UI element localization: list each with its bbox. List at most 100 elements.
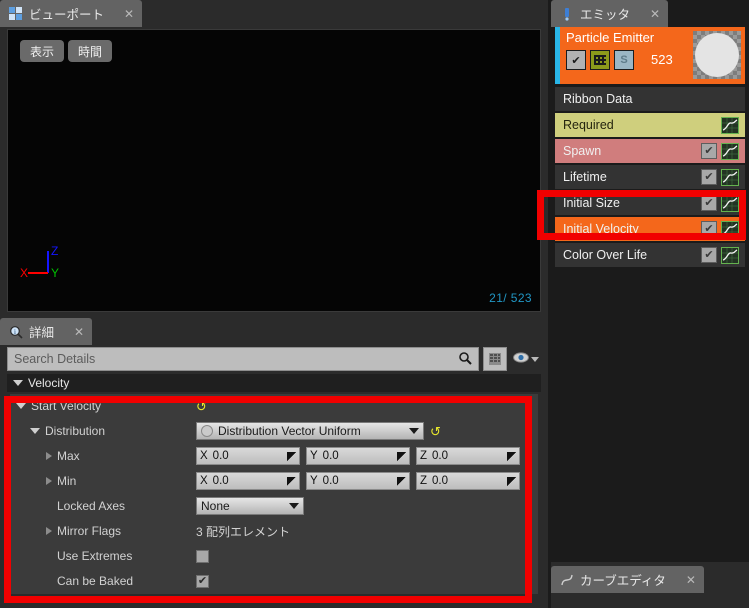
checkbox-checked-icon[interactable] (701, 221, 717, 237)
curve-tabstrip: カーブエディタ ✕ (551, 566, 749, 593)
module-label: Initial Size (563, 196, 620, 210)
emitter-header-buttons: ✔ S (566, 50, 634, 70)
dropdown-distribution[interactable]: Distribution Vector Uniform (196, 422, 424, 440)
chevron-right-icon[interactable] (46, 477, 52, 485)
tab-viewport[interactable]: ビューポート ✕ (0, 0, 143, 27)
property-table: Start Velocity ↺ Distribution Distribution … (10, 393, 538, 594)
graph-curve-icon[interactable] (721, 168, 739, 186)
axis-label: X (200, 450, 208, 462)
eye-icon (513, 350, 529, 368)
svg-text:Y: Y (51, 266, 59, 280)
property-row: Max X 0.0 Y 0.0 Z 0.0 (10, 443, 538, 469)
tab-emitter-label: エミッタ (580, 8, 631, 22)
close-icon[interactable]: ✕ (686, 573, 696, 587)
module-row-initial-size[interactable]: Initial Size (555, 191, 745, 215)
axis-label: Z (420, 450, 428, 462)
chevron-down-icon[interactable] (16, 403, 26, 409)
graph-curve-icon[interactable] (721, 194, 739, 212)
close-icon[interactable]: ✕ (124, 7, 134, 21)
chevron-down-icon[interactable] (30, 428, 40, 434)
module-label: Initial Velocity (563, 222, 639, 236)
property-label: Mirror Flags (57, 524, 122, 538)
emitter-panel: エミッタ ✕ Particle Emitter ✔ S 523 Ribbon D… (551, 0, 749, 562)
tab-details-label: 詳細 (29, 326, 55, 340)
graph-curve-icon[interactable] (721, 246, 739, 264)
spinner-handle-icon[interactable] (507, 476, 516, 486)
viewport-display-button[interactable]: 表示 (20, 40, 65, 62)
grid-view-icon[interactable] (483, 347, 507, 371)
circle-icon (201, 425, 213, 437)
grid-pattern-icon[interactable] (590, 50, 610, 70)
number-input-x[interactable]: X 0.0 (196, 447, 300, 465)
reset-icon[interactable]: ↺ (196, 400, 207, 413)
checkbox-checked-icon[interactable]: ✔ (566, 50, 586, 70)
property-row: Mirror Flags 3 配列エレメント (10, 518, 538, 544)
property-label-cell: Use Extremes (10, 543, 192, 569)
graph-curve-icon[interactable] (721, 116, 739, 134)
module-row-spawn[interactable]: Spawn (555, 139, 745, 163)
module-row-ribbon-data[interactable]: Ribbon Data (555, 87, 745, 111)
reset-icon[interactable]: ↺ (430, 425, 441, 438)
eye-visibility-button[interactable] (511, 347, 541, 371)
number-value: 0.0 (322, 475, 339, 487)
checkbox-use-extremes[interactable] (196, 549, 209, 563)
checkbox-checked-icon[interactable] (701, 195, 717, 211)
property-label-cell: Start Velocity (10, 393, 192, 419)
property-label: Max (57, 449, 80, 463)
axis-gizmo-icon: Z Y X (20, 244, 59, 280)
chevron-right-icon[interactable] (46, 452, 52, 460)
viewport-canvas[interactable]: 表示 時間 Z Y X 21/ 523 (7, 29, 541, 312)
number-input-y[interactable]: Y 0.0 (306, 472, 410, 490)
viewport-grid-icon (9, 6, 23, 21)
property-label: Start Velocity (31, 399, 102, 413)
property-row: Use Extremes (10, 543, 538, 569)
viewport-tabstrip: ビューポート ✕ (0, 0, 548, 27)
emitter-accent-bar (555, 27, 560, 84)
tab-details[interactable]: i 詳細 ✕ (0, 318, 93, 345)
spinner-handle-icon[interactable] (287, 476, 296, 486)
property-label-cell: Min (10, 468, 192, 494)
checkbox-checked-icon[interactable] (701, 143, 717, 159)
solo-button[interactable]: S (614, 50, 634, 70)
graph-curve-icon[interactable] (721, 220, 739, 238)
checkbox-checked-icon[interactable] (701, 169, 717, 185)
spinner-handle-icon[interactable] (397, 451, 406, 461)
tab-emitter[interactable]: エミッタ ✕ (551, 0, 669, 27)
graph-curve-icon[interactable] (721, 142, 739, 160)
number-input-y[interactable]: Y 0.0 (306, 447, 410, 465)
module-label: Required (563, 118, 614, 132)
property-value-cell: X 0.0 Y 0.0 Z 0.0 (192, 443, 538, 469)
module-row-initial-velocity[interactable]: Initial Velocity (555, 217, 745, 241)
close-icon[interactable]: ✕ (650, 7, 660, 21)
chevron-right-icon[interactable] (46, 527, 52, 535)
property-label: Can be Baked (57, 574, 134, 588)
property-text-value: 3 配列エレメント (196, 524, 291, 539)
spinner-handle-icon[interactable] (287, 451, 296, 461)
close-icon[interactable]: ✕ (74, 325, 84, 339)
checkbox-can-be-baked[interactable] (196, 574, 209, 588)
search-icon[interactable] (458, 351, 472, 368)
property-row: Can be Baked (10, 568, 538, 594)
number-input-z[interactable]: Z 0.0 (416, 447, 520, 465)
spinner-handle-icon[interactable] (507, 451, 516, 461)
checkbox-checked-icon[interactable] (701, 247, 717, 263)
property-value-cell: X 0.0 Y 0.0 Z 0.0 (192, 468, 538, 494)
curve-editor-icon (560, 573, 574, 587)
search-input[interactable]: Search Details (7, 347, 479, 371)
module-row-lifetime[interactable]: Lifetime (555, 165, 745, 189)
category-header-velocity[interactable]: Velocity (7, 374, 541, 392)
emitter-header[interactable]: Particle Emitter ✔ S 523 (555, 27, 745, 84)
property-label: Use Extremes (57, 549, 133, 563)
particle-emitter-icon (560, 7, 574, 21)
module-row-required[interactable]: Required (555, 113, 745, 137)
viewport-time-button[interactable]: 時間 (68, 40, 113, 62)
tab-curve-editor[interactable]: カーブエディタ ✕ (551, 566, 704, 593)
spinner-handle-icon[interactable] (397, 476, 406, 486)
axis-label: Y (310, 475, 318, 487)
number-input-x[interactable]: X 0.0 (196, 472, 300, 490)
number-input-z[interactable]: Z 0.0 (416, 472, 520, 490)
magnifier-info-icon: i (9, 325, 23, 339)
module-row-color-over-life[interactable]: Color Over Life (555, 243, 745, 267)
dropdown-locked-axes[interactable]: None (196, 497, 304, 515)
svg-text:X: X (20, 266, 28, 280)
